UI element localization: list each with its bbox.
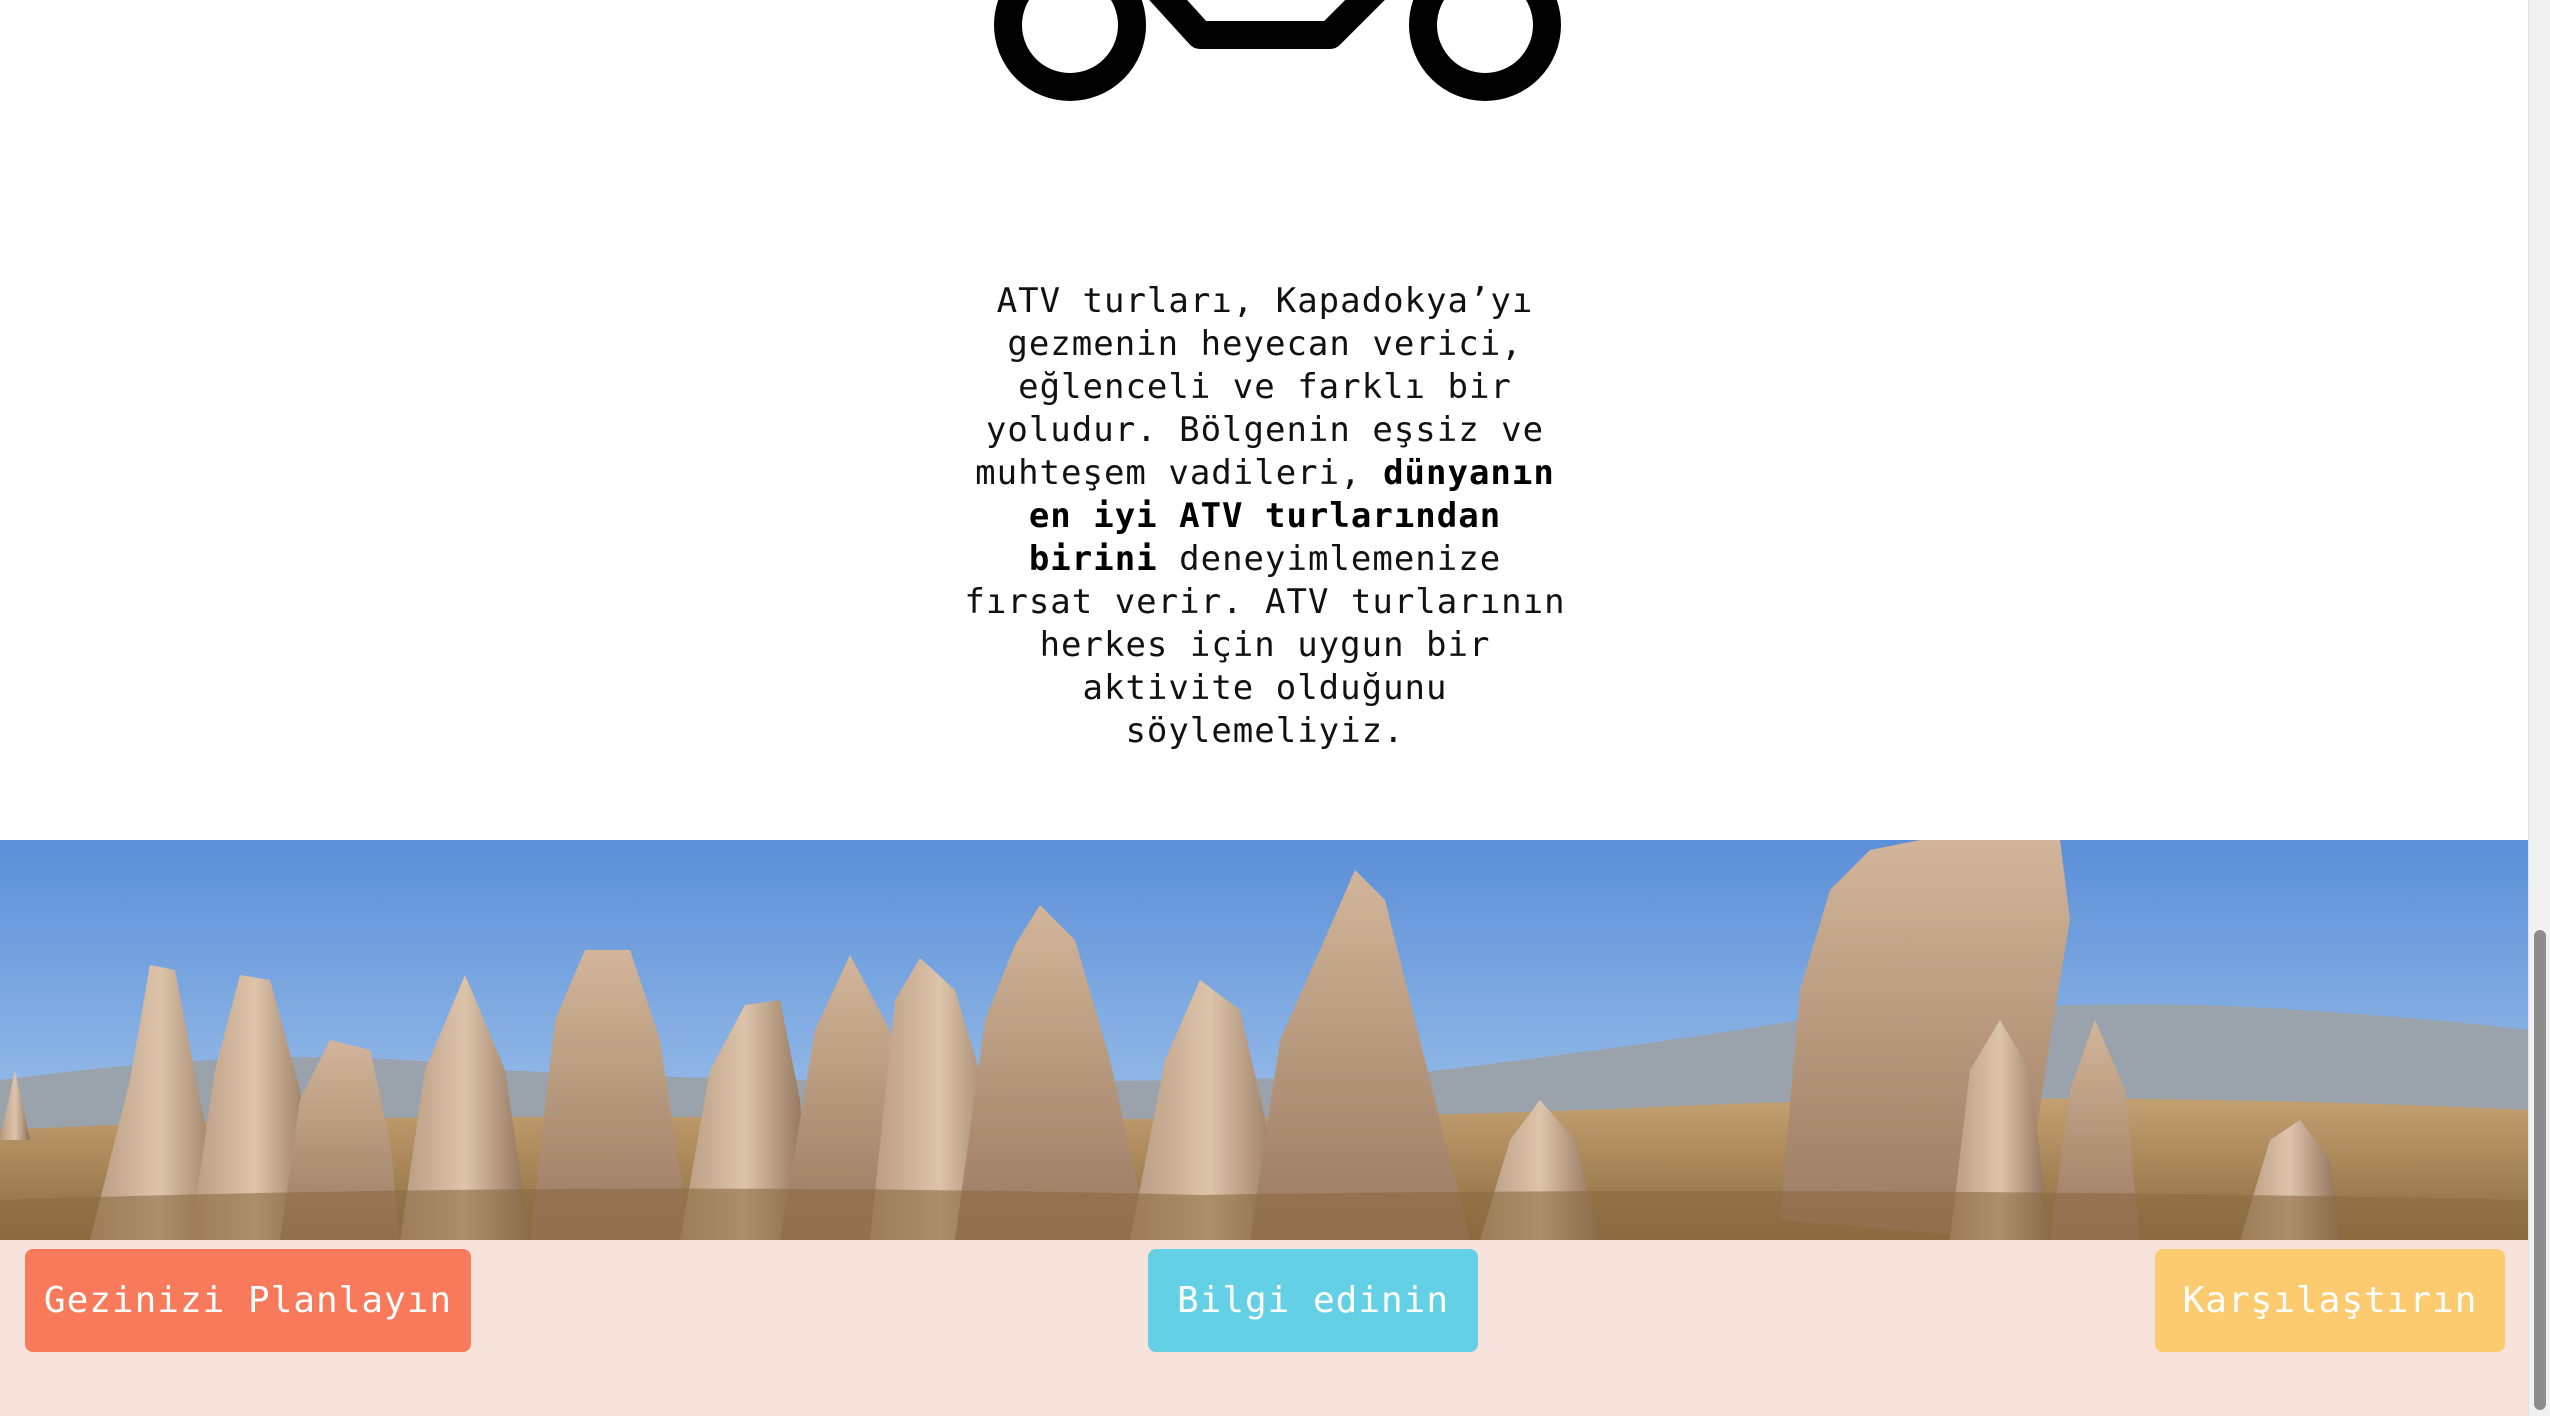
scrollbar-thumb[interactable] bbox=[2534, 930, 2546, 1410]
plan-trip-button[interactable]: Gezinizi Planlayın bbox=[25, 1249, 471, 1352]
atv-icon bbox=[994, 0, 1561, 101]
vertical-scrollbar[interactable] bbox=[2528, 0, 2550, 1416]
get-info-button[interactable]: Bilgi edinin bbox=[1148, 1249, 1478, 1352]
main-content: ATV turları, Kapadokya’yı gezmenin heyec… bbox=[0, 0, 2528, 1416]
intro-paragraph: ATV turları, Kapadokya’yı gezmenin heyec… bbox=[955, 280, 1575, 753]
page: ATV turları, Kapadokya’yı gezmenin heyec… bbox=[0, 0, 2550, 1416]
compare-button[interactable]: Karşılaştırın bbox=[2155, 1249, 2505, 1352]
cappadocia-landscape-image bbox=[0, 840, 2528, 1240]
